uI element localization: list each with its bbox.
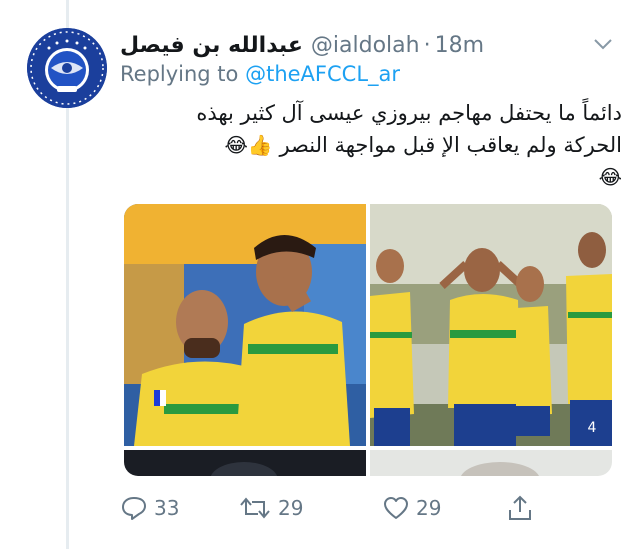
separator-dot: · <box>423 32 431 58</box>
media-photo-4[interactable] <box>370 450 612 476</box>
media-photo-2[interactable]: 4 <box>370 204 612 446</box>
photo-celebration-closeup <box>124 204 366 446</box>
replying-to-label: Replying to <box>120 62 239 86</box>
user-handle[interactable]: @ialdolah <box>311 33 420 58</box>
photo-partial-light <box>370 450 612 476</box>
share-icon <box>509 495 531 520</box>
reply-button[interactable]: 33 <box>120 488 179 528</box>
tweet-text-line: دائماً ما يحتفل مهاجم بيروزي عيسى آل كثي… <box>196 101 622 125</box>
emoji-trailing: 😂 <box>598 165 622 189</box>
media-photo-1[interactable] <box>124 204 366 446</box>
reply-icon <box>122 497 146 520</box>
like-count: 29 <box>416 496 442 520</box>
timestamp[interactable]: 18m <box>435 33 484 58</box>
jersey-number: 4 <box>588 420 597 436</box>
media-grid: 4 <box>124 204 612 476</box>
tweet-actions: 33 29 29 <box>120 488 540 528</box>
retweet-button[interactable]: 29 <box>238 488 303 528</box>
like-button[interactable]: 29 <box>382 488 441 528</box>
photo-team-celebration: 4 <box>370 204 612 446</box>
share-button[interactable] <box>506 488 534 528</box>
media-photo-3[interactable] <box>124 450 366 476</box>
tweet-text: دائماً ما يحتفل مهاجم بيروزي عيسى آل كثي… <box>130 97 622 193</box>
chevron-down-icon <box>594 39 612 50</box>
heart-icon <box>384 497 408 519</box>
emoji-inline: 👍😂 <box>224 133 273 157</box>
display-name[interactable]: عبدالله بن فيصل <box>120 33 303 58</box>
tweet-text-line: الحركة ولم يعاقب الإ قبل مواجهة النصر 👍😂 <box>130 129 622 161</box>
tweet-text-segment: الحركة ولم يعاقب الإ قبل مواجهة النصر <box>279 133 622 157</box>
photo-partial-dark <box>124 450 366 476</box>
reply-count: 33 <box>154 496 180 520</box>
retweet-icon <box>240 497 270 519</box>
tweet-header: عبدالله بن فيصل @ialdolah · 18m <box>120 28 588 62</box>
retweet-count: 29 <box>278 496 304 520</box>
avatar[interactable] <box>27 28 107 108</box>
replying-to: Replying to @theAFCCL_ar <box>120 62 400 92</box>
more-options-button[interactable] <box>592 36 614 52</box>
replying-to-link[interactable]: @theAFCCL_ar <box>245 62 400 86</box>
team-crest-icon <box>27 28 107 108</box>
